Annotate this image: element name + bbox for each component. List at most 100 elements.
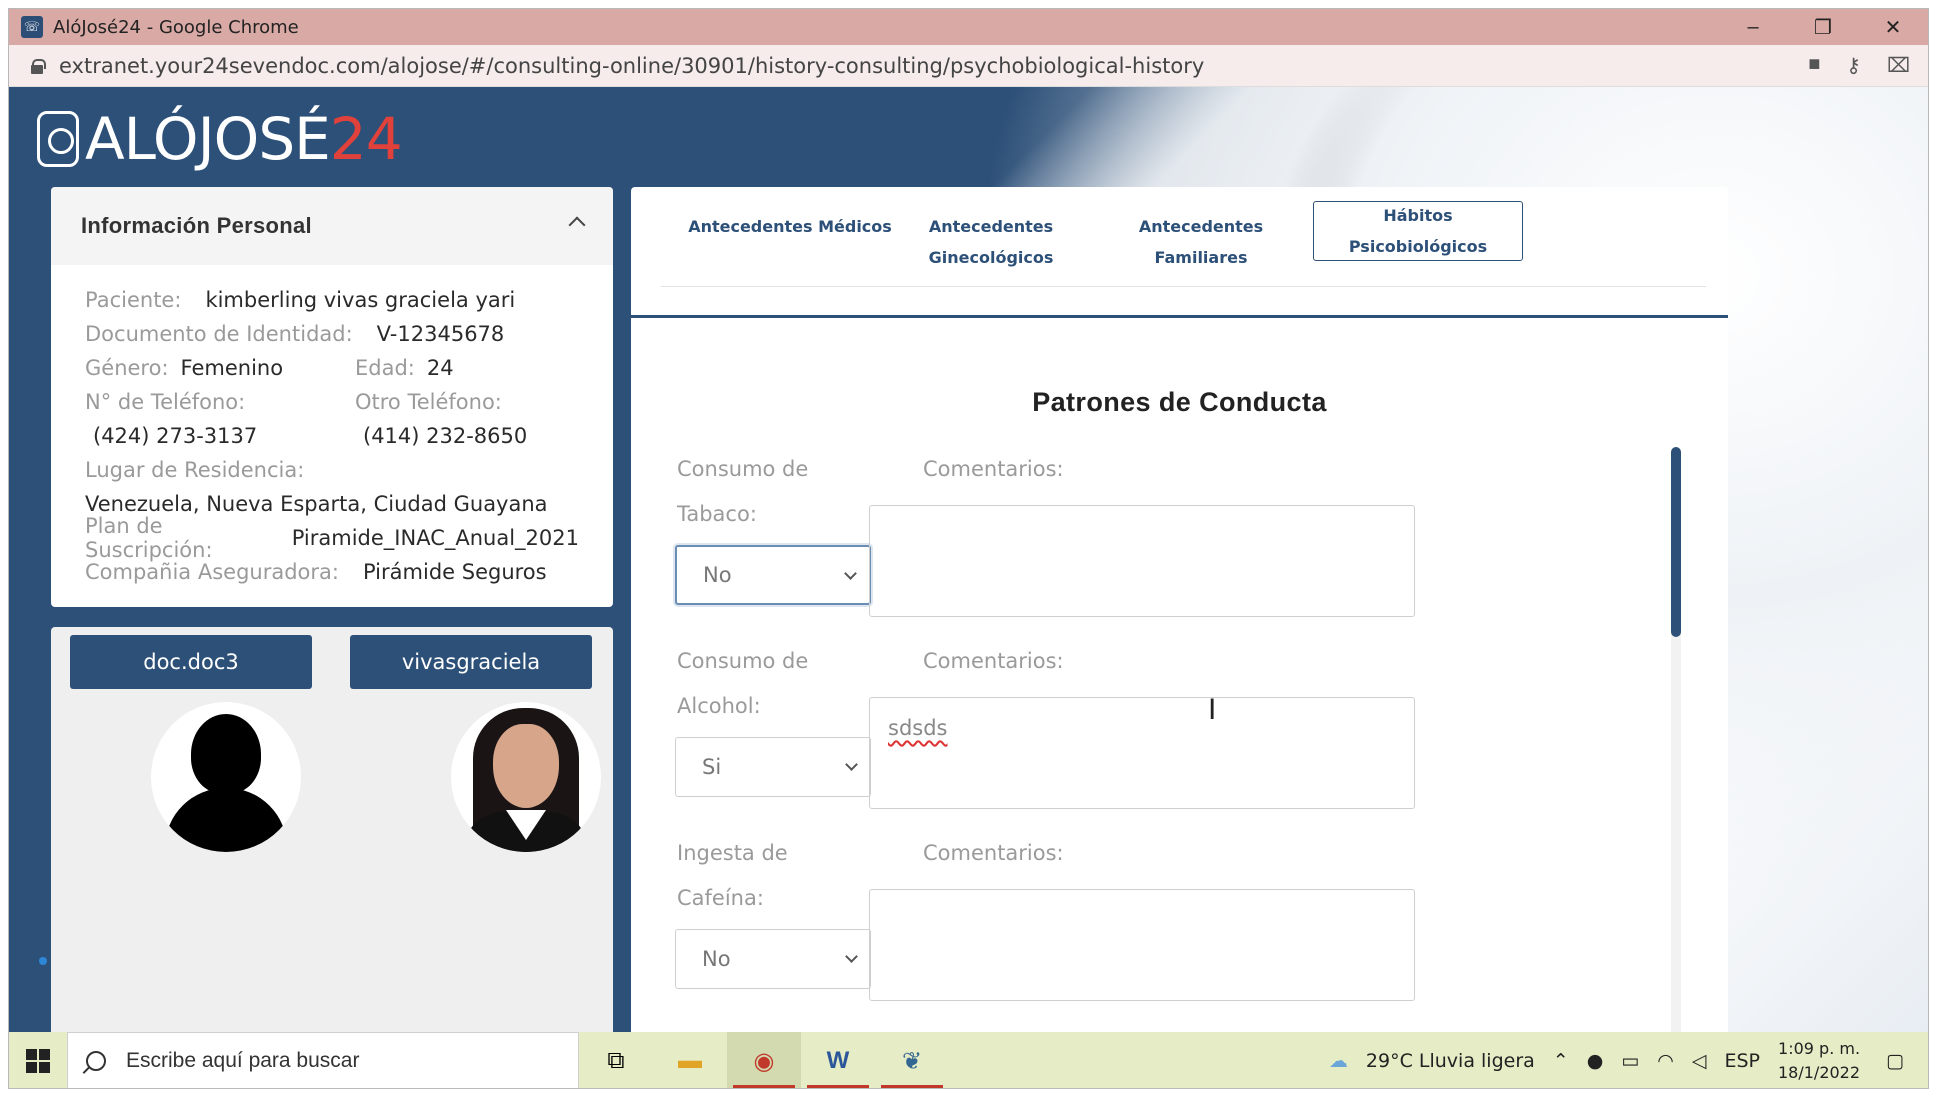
translate-icon[interactable]: ⌧ xyxy=(1887,53,1910,78)
logo-word: ALÓJOSÉ xyxy=(85,105,331,173)
insurer-value: Pirámide Seguros xyxy=(362,560,547,584)
caffeine-select[interactable]: No xyxy=(675,929,871,989)
lock-icon[interactable] xyxy=(31,58,46,74)
alcohol-comments-label: Comentarios: xyxy=(923,649,1064,673)
file-explorer-button[interactable]: ▬ xyxy=(653,1032,727,1088)
personal-info-title: Información Personal xyxy=(81,213,312,238)
camera-icon[interactable]: ■ xyxy=(1808,53,1820,78)
avatar-face-shape xyxy=(493,724,559,808)
caffeine-label-line1: Ingesta de xyxy=(677,841,788,865)
patient-value: kimberling vivas graciela yari xyxy=(205,288,516,312)
tobacco-select[interactable]: No xyxy=(675,545,871,605)
alcohol-select-value: Si xyxy=(702,755,722,779)
start-button[interactable] xyxy=(9,1032,67,1088)
notifications-icon[interactable]: ▢ xyxy=(1886,1050,1904,1072)
tab-gynecological-history[interactable]: Antecedentes Ginecológicos xyxy=(911,211,1071,273)
microphone-icon[interactable]: ● xyxy=(1587,1050,1604,1072)
url-text[interactable]: extranet.your24sevendoc.com/alojose/#/co… xyxy=(59,54,1204,78)
window-title: AlóJosé24 - Google Chrome xyxy=(53,16,299,38)
patient-avatar xyxy=(451,702,601,852)
close-button[interactable]: ✕ xyxy=(1858,9,1928,45)
tab-psychobiological-habits[interactable]: Hábitos Psicobiológicos xyxy=(1313,201,1523,261)
avatar-body-shape xyxy=(165,788,287,852)
document-value: V-12345678 xyxy=(376,322,505,346)
address-bar-icons: ■ ⚷ ⌧ xyxy=(1808,53,1910,78)
chrome-taskbar-button[interactable]: ◉ xyxy=(727,1032,801,1088)
alcohol-select[interactable]: Si xyxy=(675,737,871,797)
chevron-down-icon xyxy=(845,758,858,771)
doctor-avatar xyxy=(151,702,301,852)
alcohol-label-line2: Alcohol: xyxy=(677,694,761,718)
windows-logo-icon xyxy=(26,1049,50,1073)
doctor-user-button[interactable]: doc.doc3 xyxy=(70,635,312,689)
chrome-icon: ◉ xyxy=(753,1047,775,1075)
caffeine-select-value: No xyxy=(702,947,731,971)
phone-label: N° de Teléfono: xyxy=(85,390,246,414)
phone-value: (424) 273-3137 xyxy=(93,424,258,448)
running-indicator xyxy=(881,1085,943,1088)
restore-button[interactable]: ❐ xyxy=(1788,9,1858,45)
text-cursor-icon: I xyxy=(1208,693,1217,726)
residence-label: Lugar de Residencia: xyxy=(85,458,305,482)
word-icon: W xyxy=(826,1047,850,1074)
logo[interactable]: ALÓJOSÉ24 xyxy=(37,105,403,173)
tab-medical-history[interactable]: Antecedentes Médicos xyxy=(685,211,895,242)
address-bar[interactable]: extranet.your24sevendoc.com/alojose/#/co… xyxy=(9,45,1928,87)
alcohol-label-line1: Consumo de xyxy=(677,649,809,673)
chevron-up-icon[interactable] xyxy=(568,216,586,234)
app-area: ALÓJOSÉ24 Información Personal Paciente:… xyxy=(9,87,1928,1032)
system-tray: ☁ 29°C Lluvia ligera ⌃ ● ▭ ◠ ◁ ESP 1:09 … xyxy=(1329,1032,1928,1088)
scrollbar-thumb[interactable] xyxy=(1671,447,1681,637)
volume-icon[interactable]: ◁ xyxy=(1692,1050,1707,1072)
key-icon[interactable]: ⚷ xyxy=(1846,53,1861,78)
tab-divider xyxy=(631,315,1728,318)
postgres-taskbar-button[interactable]: ❦ xyxy=(875,1032,949,1088)
plan-value: Piramide_INAC_Anual_2021 xyxy=(291,526,579,550)
clock-time: 1:09 p. m. xyxy=(1778,1039,1861,1058)
tab-family-history[interactable]: Antecedentes Familiares xyxy=(1091,211,1311,273)
clock-date: 18/1/2022 xyxy=(1778,1063,1861,1082)
alcohol-comments-field[interactable]: sdsds xyxy=(869,697,1415,809)
patient-user-button[interactable]: vivasgraciela xyxy=(350,635,592,689)
chevron-up-icon[interactable]: ⌃ xyxy=(1553,1050,1569,1072)
logo-number: 24 xyxy=(329,105,403,173)
age-value: 24 xyxy=(426,356,454,380)
folder-icon: ▬ xyxy=(678,1047,702,1074)
taskbar-search[interactable]: Escribe aquí para buscar xyxy=(67,1032,579,1088)
tobacco-select-value: No xyxy=(703,563,732,587)
document-label: Documento de Identidad: xyxy=(85,322,353,346)
caffeine-label-line2: Cafeína: xyxy=(677,886,764,910)
weather-icon[interactable]: ☁ xyxy=(1329,1050,1348,1072)
battery-icon[interactable]: ▭ xyxy=(1621,1050,1639,1072)
indicator-dot xyxy=(39,957,47,965)
language-indicator[interactable]: ESP xyxy=(1724,1050,1760,1072)
personal-info-body: Paciente: kimberling vivas graciela yari … xyxy=(51,265,613,607)
other-phone-value: (414) 232-8650 xyxy=(363,424,528,448)
plan-label: Plan de Suscripción: xyxy=(85,514,213,562)
taskbar-search-placeholder: Escribe aquí para buscar xyxy=(126,1049,360,1072)
wifi-icon[interactable]: ◠ xyxy=(1657,1050,1674,1072)
taskbar: Escribe aquí para buscar ⧉ ▬ ◉ W ❦ ☁ 29°… xyxy=(9,1032,1928,1088)
gender-value: Femenino xyxy=(180,356,284,380)
stethoscope-logo-icon xyxy=(37,111,79,167)
task-view-button[interactable]: ⧉ xyxy=(579,1032,653,1088)
caffeine-comments-field[interactable] xyxy=(869,889,1415,1001)
clock[interactable]: 1:09 p. m. 18/1/2022 xyxy=(1778,1037,1860,1085)
chevron-down-icon xyxy=(845,950,858,963)
tobacco-label-line1: Consumo de xyxy=(677,457,809,481)
tobacco-comments-label: Comentarios: xyxy=(923,457,1064,481)
minimize-button[interactable]: – xyxy=(1718,9,1788,45)
history-card: Antecedentes Médicos Antecedentes Gineco… xyxy=(631,187,1728,1032)
personal-info-header[interactable]: Información Personal xyxy=(51,187,613,265)
personal-info-card: Información Personal Paciente: kimberling… xyxy=(51,187,613,607)
tobacco-label-line2: Tabaco: xyxy=(677,502,757,526)
running-indicator xyxy=(807,1085,869,1088)
chevron-down-icon xyxy=(844,567,857,580)
search-icon xyxy=(86,1051,106,1071)
word-taskbar-button[interactable]: W xyxy=(801,1032,875,1088)
weather-text[interactable]: 29°C Lluvia ligera xyxy=(1366,1050,1535,1072)
users-panel: doc.doc3 vivasgraciela xyxy=(51,627,613,1032)
insurer-label: Compañia Aseguradora: xyxy=(85,560,339,584)
tab-gyneco-line1: Antecedentes xyxy=(928,217,1054,236)
tobacco-comments-field[interactable] xyxy=(869,505,1415,617)
